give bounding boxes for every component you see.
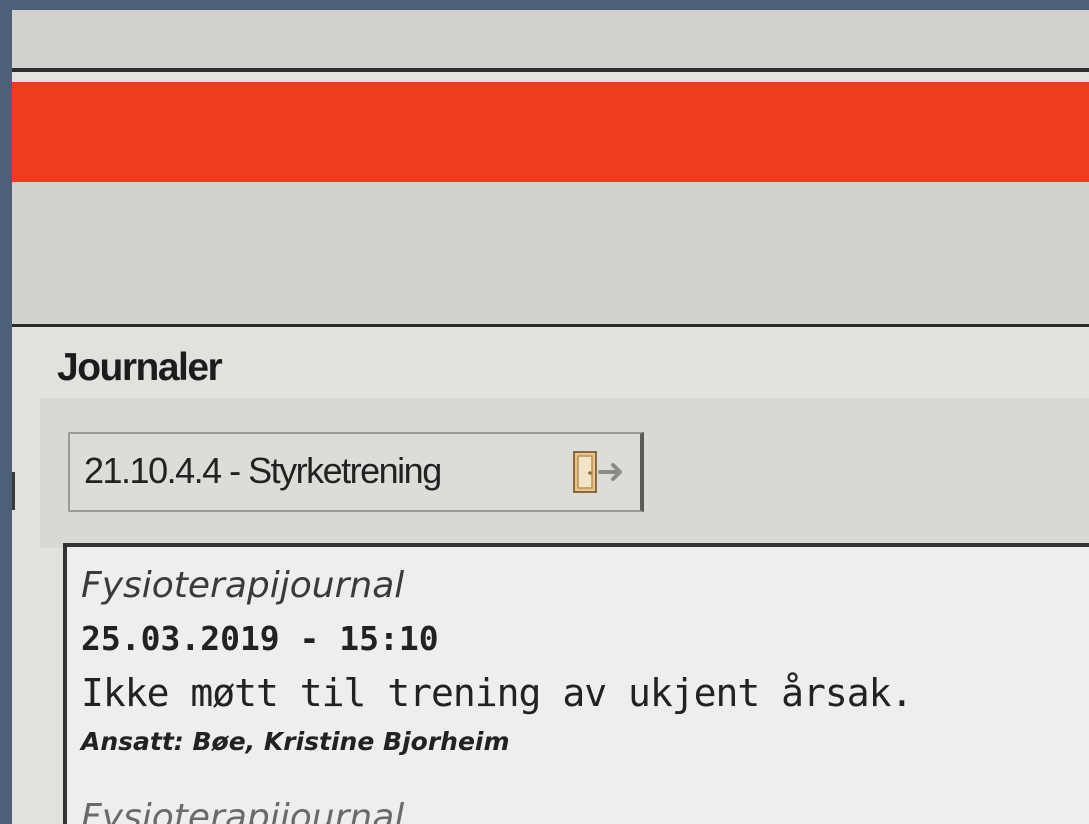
entry-datetime: 25.03.2019 - 15:10 [81, 619, 439, 658]
entry-type: Fysioterapijournal [81, 797, 405, 824]
top-strip [12, 10, 1089, 68]
header-band [12, 182, 1089, 324]
header-bar [12, 82, 1089, 182]
journal-selector-button[interactable]: 21.10.4.4 - Styrketrening [68, 432, 644, 512]
top-highlight [12, 72, 1089, 82]
journals-heading: Journaler [57, 346, 223, 389]
left-edge-marker [12, 472, 15, 510]
application-window: Journaler 21.10.4.4 - Styrketrening Fysi… [12, 10, 1089, 824]
entry-text: Ikke møtt til trening av ukjent årsak. [81, 671, 913, 715]
journal-entries-list[interactable]: Fysioterapijournal 25.03.2019 - 15:10 Ik… [63, 543, 1089, 824]
door-exit-icon[interactable] [570, 448, 634, 496]
entry-staff: Ansatt: Bøe, Kristine Bjorheim [81, 727, 510, 756]
journal-selector-label: 21.10.4.4 - Styrketrening [84, 450, 442, 491]
entry-type: Fysioterapijournal [81, 565, 405, 606]
